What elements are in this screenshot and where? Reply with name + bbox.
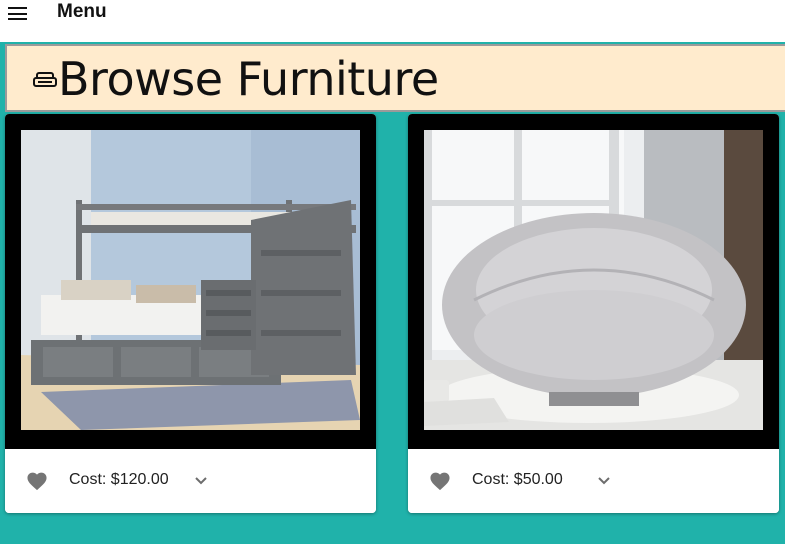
card-actions: Cost: $50.00: [408, 449, 779, 513]
menu-label[interactable]: Menu: [57, 1, 107, 23]
product-card[interactable]: Cost: $50.00: [408, 114, 779, 513]
app-bar: Menu: [0, 0, 785, 42]
product-media[interactable]: [5, 114, 376, 449]
heart-icon[interactable]: [429, 471, 451, 491]
chevron-down-icon[interactable]: [193, 473, 209, 489]
hamburger-menu-icon[interactable]: [8, 7, 27, 20]
page-banner: Browse Furniture: [5, 44, 785, 112]
heart-icon[interactable]: [26, 471, 48, 491]
product-image-bunk-bed[interactable]: [21, 130, 360, 430]
product-image-papasan-chair[interactable]: [424, 130, 763, 430]
chevron-down-icon[interactable]: [596, 473, 612, 489]
product-card[interactable]: Cost: $120.00: [5, 114, 376, 513]
product-media[interactable]: [408, 114, 779, 449]
couch-icon: [33, 72, 57, 87]
page-title: Browse Furniture: [58, 52, 439, 106]
product-cost: Cost: $50.00: [472, 471, 563, 488]
product-cost: Cost: $120.00: [69, 471, 169, 488]
card-actions: Cost: $120.00: [5, 449, 376, 513]
